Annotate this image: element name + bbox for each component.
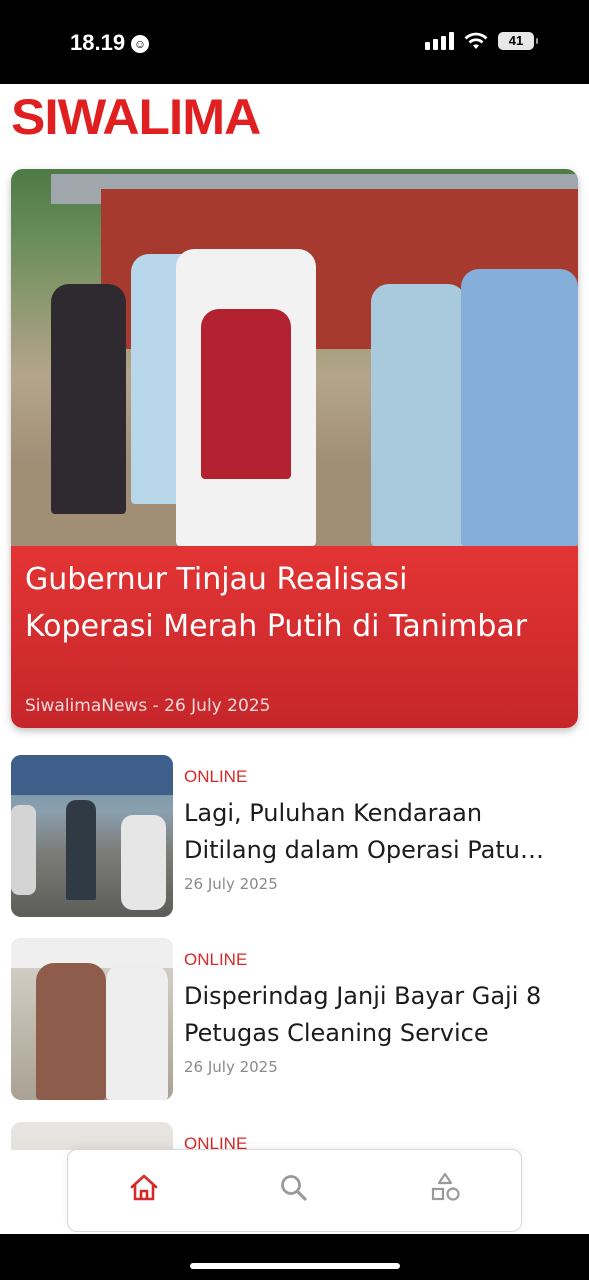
article-category: ONLINE	[184, 950, 248, 969]
article-category: ONLINE	[184, 1134, 248, 1150]
status-icons: 41	[425, 32, 538, 50]
article-list-item[interactable]: ONLINE	[11, 1122, 578, 1150]
search-icon	[281, 1175, 307, 1201]
article-thumbnail	[11, 1122, 173, 1150]
categories-icon	[431, 1172, 460, 1201]
battery-icon: 41	[498, 32, 538, 50]
smiley-icon: ☺	[131, 35, 150, 53]
home-indicator[interactable]	[190, 1263, 400, 1269]
status-bar: 18.19 ☺ 41	[0, 0, 589, 84]
article-title[interactable]: Disperindag Janji Bayar Gaji 8 Petugas C…	[184, 978, 559, 1052]
nav-home-button[interactable]	[124, 1168, 164, 1208]
nav-categories-button[interactable]	[425, 1168, 465, 1208]
cellular-signal-icon	[425, 32, 454, 50]
article-date: 26 July 2025	[184, 1058, 278, 1076]
status-time-text: 18.19	[70, 30, 126, 55]
bottom-navigation	[67, 1149, 522, 1232]
article-list-item[interactable]: ONLINE Disperindag Janji Bayar Gaji 8 Pe…	[11, 938, 578, 1101]
article-category: ONLINE	[184, 767, 248, 786]
article-title[interactable]: Lagi, Puluhan Kendaraan Ditilang dalam O…	[184, 795, 559, 869]
brand-logo[interactable]: SIWALIMA	[11, 88, 261, 146]
article-list-item[interactable]: ONLINE Lagi, Puluhan Kendaraan Ditilang …	[11, 755, 578, 918]
article-thumbnail	[11, 938, 173, 1100]
battery-level: 41	[508, 33, 524, 48]
featured-article-title[interactable]: Gubernur Tinjau Realisasi Koperasi Merah…	[25, 556, 545, 650]
article-date: 26 July 2025	[184, 875, 278, 893]
featured-article-meta: SiwalimaNews - 26 July 2025	[25, 696, 271, 716]
nav-search-button[interactable]	[274, 1168, 314, 1208]
system-bottom-bar	[0, 1234, 589, 1280]
featured-article-image	[11, 169, 578, 546]
wifi-icon	[464, 32, 488, 49]
featured-article-caption: Gubernur Tinjau Realisasi Koperasi Merah…	[11, 546, 578, 728]
home-icon	[130, 1174, 158, 1201]
status-time: 18.19 ☺	[70, 30, 150, 56]
featured-article-card[interactable]: Gubernur Tinjau Realisasi Koperasi Merah…	[11, 169, 578, 728]
article-thumbnail	[11, 755, 173, 917]
